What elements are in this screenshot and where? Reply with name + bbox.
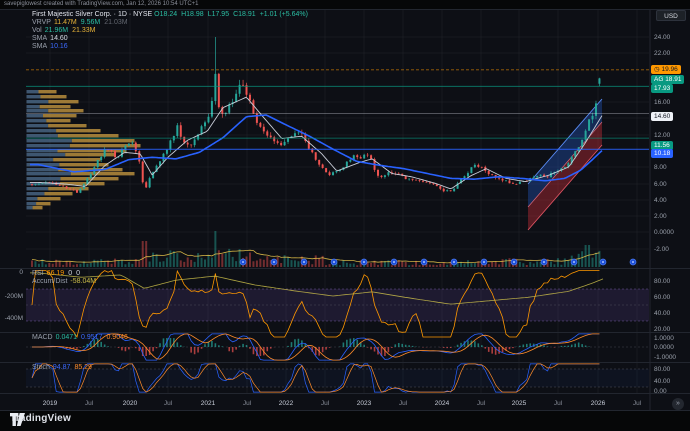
tradingview-logo[interactable]: TradingView: [10, 413, 71, 424]
axis-settings-button[interactable]: »: [672, 398, 684, 410]
svg-text:2019: 2019: [43, 400, 58, 407]
time-scale-ticks[interactable]: 2019 Jul 2020 Jul 2021 Jul 2022 Jul 2023 Jul 2024 J…: [43, 400, 642, 407]
accum-dist-scale-ticks[interactable]: 0 -200M -400M: [5, 269, 24, 322]
symbol-name: First Majestic Silver Corp. · 1D · NYSE: [32, 11, 152, 18]
svg-text:1.0000: 1.0000: [654, 335, 674, 342]
svg-text:2022: 2022: [279, 400, 294, 407]
tradingview-logo-icon: [10, 413, 25, 426]
svg-text:Jul: Jul: [477, 400, 486, 407]
svg-text:40.00: 40.00: [654, 378, 671, 385]
svg-text:Jul: Jul: [399, 400, 408, 407]
macd-pane-legend[interactable]: MACD0.04710.95170.9046: [32, 334, 132, 342]
svg-text:-200M: -200M: [5, 293, 23, 300]
currency-button[interactable]: USD: [656, 10, 686, 21]
tradingview-snapshot: savepiglowest created with TradingView.c…: [0, 0, 690, 431]
rsi-row-0[interactable]: RSI66.1900: [32, 270, 100, 278]
svg-text:-2.00: -2.00: [654, 246, 669, 253]
svg-text:2.00: 2.00: [654, 213, 667, 220]
stoch-pane-legend[interactable]: Stoch94.8785.29: [32, 364, 96, 372]
svg-text:0.0000: 0.0000: [654, 344, 674, 351]
svg-text:40.00: 40.00: [654, 310, 671, 317]
overlay-row-1[interactable]: Vol21.96M21.33M: [32, 27, 312, 35]
svg-text:-1.0000: -1.0000: [654, 354, 676, 361]
rsi-pane-legend[interactable]: RSI66.1900Accum/Dist-58.04M: [32, 270, 100, 286]
svg-text:2023: 2023: [357, 400, 372, 407]
regression-channel[interactable]: [528, 99, 602, 230]
svg-text:-400M: -400M: [5, 315, 23, 322]
svg-text:24.00: 24.00: [654, 34, 671, 41]
svg-text:16.00: 16.00: [654, 99, 671, 106]
main-chart-legend[interactable]: First Majestic Silver Corp. · 1D · NYSE …: [32, 11, 312, 51]
sma-fast-label: 14.60: [651, 112, 673, 121]
bottom-bar: [0, 411, 690, 431]
svg-text:Jul: Jul: [243, 400, 252, 407]
svg-text:2021: 2021: [201, 400, 216, 407]
rsi-row-1[interactable]: Accum/Dist-58.04M: [32, 278, 100, 286]
svg-text:0: 0: [19, 269, 23, 276]
svg-text:2025: 2025: [512, 400, 527, 407]
svg-text:Jul: Jul: [85, 400, 94, 407]
symbol-title-row[interactable]: First Majestic Silver Corp. · 1D · NYSE …: [32, 11, 312, 19]
last-price-label: AG 18.91: [651, 75, 684, 84]
overlay-row-3[interactable]: SMA10.16: [32, 43, 312, 51]
svg-text:80.00: 80.00: [654, 278, 671, 285]
svg-text:2026: 2026: [591, 400, 606, 407]
svg-text:22.00: 22.00: [654, 50, 671, 57]
svg-text:0.00: 0.00: [654, 388, 667, 395]
hline-label-1793: 17.93: [651, 84, 673, 93]
overlay-row-0[interactable]: VRVP11.47M9.56M21.03M: [32, 19, 312, 27]
svg-text:80.00: 80.00: [654, 366, 671, 373]
svg-text:12.00: 12.00: [654, 132, 671, 139]
alert-price-label[interactable]: ◷ 19.96: [651, 65, 681, 74]
svg-text:2020: 2020: [123, 400, 138, 407]
svg-text:60.00: 60.00: [654, 294, 671, 301]
svg-text:2024: 2024: [435, 400, 450, 407]
svg-text:Jul: Jul: [554, 400, 563, 407]
svg-text:20.00: 20.00: [654, 326, 671, 333]
overlay-row-2[interactable]: SMA14.60: [32, 35, 312, 43]
horizontal-lines[interactable]: [26, 70, 649, 150]
svg-text:8.00: 8.00: [654, 164, 667, 171]
macd-row-0[interactable]: MACD0.04710.95170.9046: [32, 334, 132, 342]
svg-text:4.00: 4.00: [654, 197, 667, 204]
svg-text:0.0000: 0.0000: [654, 229, 674, 236]
sma-slow-label: 10.18: [651, 149, 673, 158]
svg-text:6.00: 6.00: [654, 181, 667, 188]
stoch-row-0[interactable]: Stoch94.8785.29: [32, 364, 96, 372]
chart-canvas[interactable]: 24.0022.0016.0014.0012.008.006.004.002.0…: [0, 0, 690, 431]
stoch-band: [26, 369, 649, 387]
rsi-band: [26, 289, 649, 321]
svg-text:Jul: Jul: [164, 400, 173, 407]
svg-text:Jul: Jul: [633, 400, 642, 407]
svg-text:Jul: Jul: [321, 400, 330, 407]
